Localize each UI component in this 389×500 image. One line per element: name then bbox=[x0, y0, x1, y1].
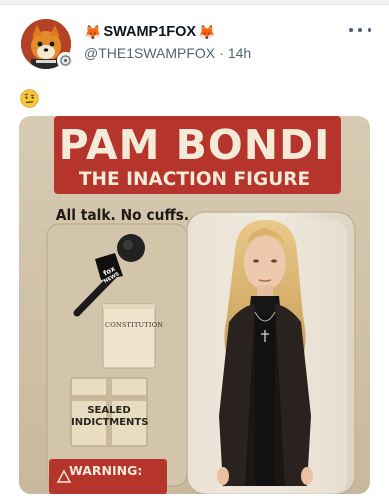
box-label-line: SEALED bbox=[87, 405, 131, 416]
dot-icon bbox=[349, 28, 353, 32]
handle[interactable]: @THE1SWAMPFOX bbox=[84, 45, 215, 61]
more-options-button[interactable] bbox=[349, 22, 371, 38]
dot-icon bbox=[358, 28, 362, 32]
image-subtitle: THE INACTION FIGURE bbox=[78, 169, 311, 190]
dot-icon bbox=[367, 28, 371, 32]
box-label: SEALED INDICTMENTS bbox=[71, 405, 149, 429]
fox-icon: 🦊 bbox=[84, 24, 102, 40]
image-tagline: All talk. No cuffs. bbox=[55, 206, 190, 224]
book-label: CONSTITUTION bbox=[105, 321, 164, 329]
fox-icon: 🦊 bbox=[198, 24, 216, 40]
post-meta: @THE1SWAMPFOX · 14h bbox=[84, 45, 251, 61]
box-label-line: INDICTMENTS bbox=[71, 417, 149, 428]
top-divider bbox=[0, 0, 389, 5]
separator: · bbox=[219, 45, 224, 61]
post-image[interactable]: fox NEWS PAM BONDI THE INACTION FIGURE A… bbox=[19, 116, 370, 494]
timestamp[interactable]: 14h bbox=[228, 45, 251, 61]
display-name[interactable]: SWAMP1FOX bbox=[103, 24, 196, 40]
warning-label: WARNING: bbox=[69, 463, 143, 478]
post-author[interactable]: 🦊 SWAMP1FOX 🦊 bbox=[84, 24, 216, 40]
image-title: PAM BONDI bbox=[58, 121, 331, 169]
face-with-raised-eyebrow-icon bbox=[20, 89, 39, 108]
community-badge-icon bbox=[57, 52, 74, 69]
